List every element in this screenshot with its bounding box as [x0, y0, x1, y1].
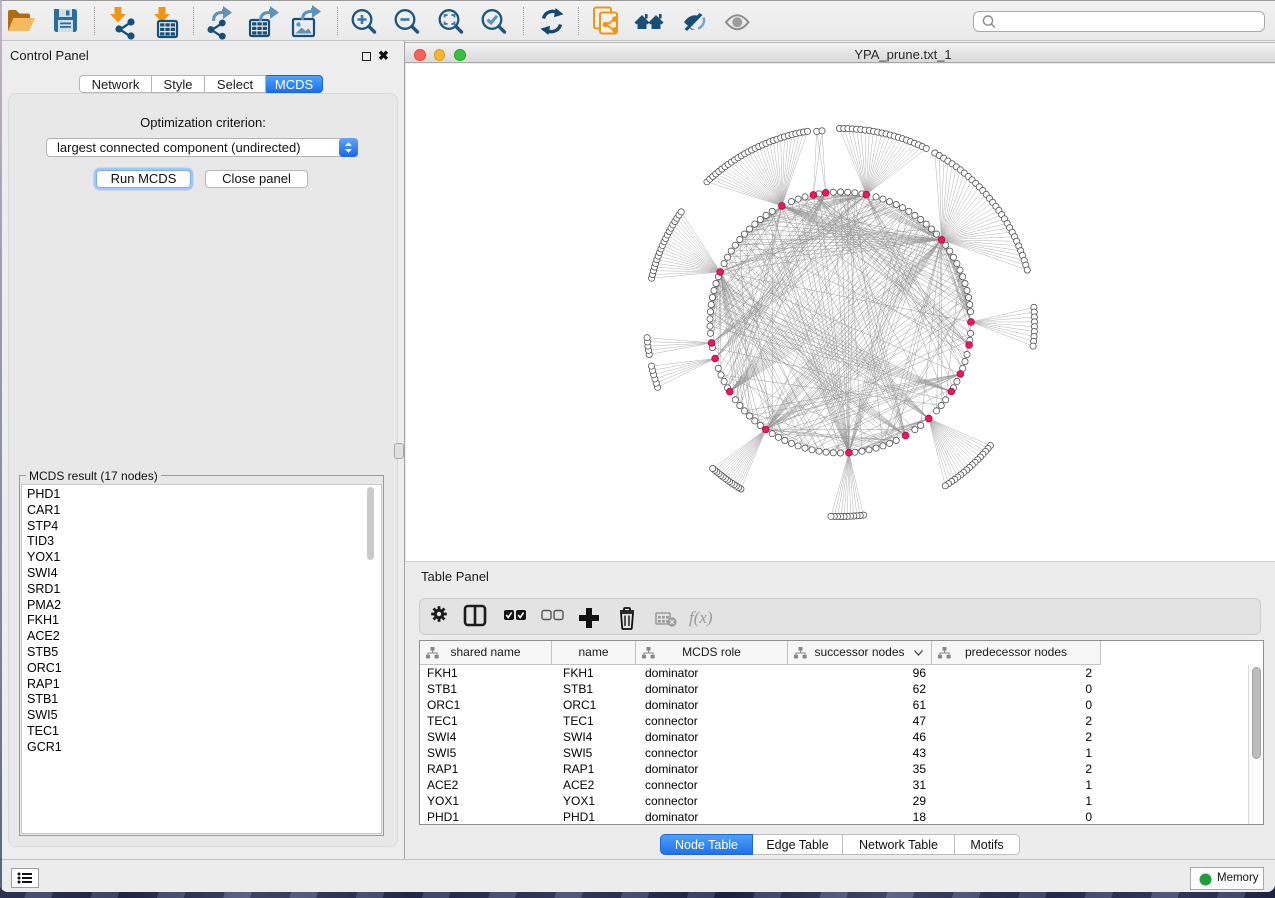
svg-text:f(x): f(x)	[689, 608, 713, 627]
